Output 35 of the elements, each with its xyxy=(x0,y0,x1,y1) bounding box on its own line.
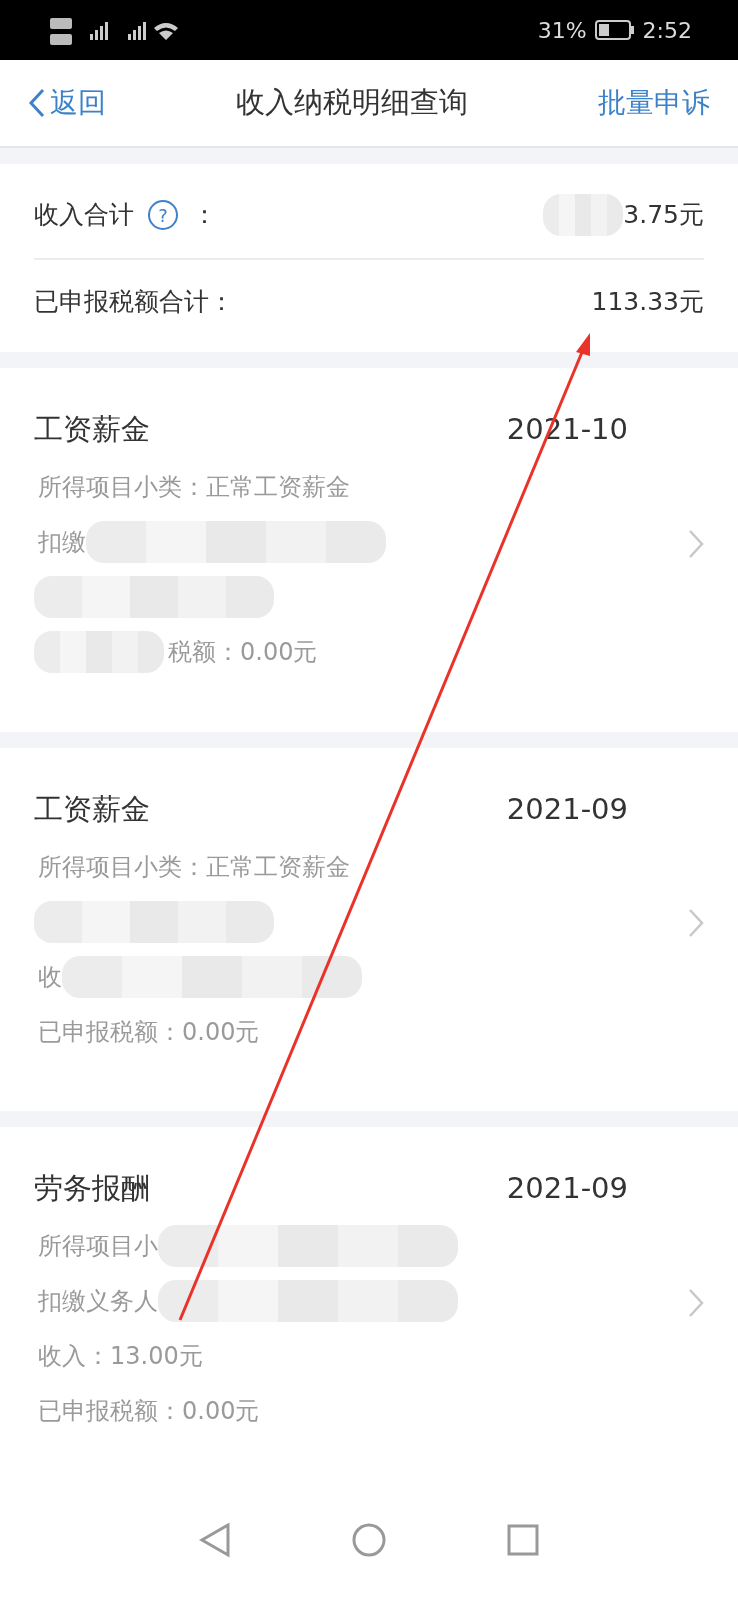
record-detail: 收 xyxy=(38,961,62,993)
colon-text: ： xyxy=(192,199,217,232)
record-card[interactable]: 工资薪金 2021-09 所得项目小类：正常工资薪金 收 已申报税额：0.00元 xyxy=(0,747,738,1111)
clock-time: 2:52 xyxy=(642,16,692,45)
record-detail: 扣缴 xyxy=(38,527,86,558)
battery-icon xyxy=(594,19,635,41)
record-type: 工资薪金 xyxy=(34,790,150,828)
chevron-right-icon xyxy=(688,908,704,939)
record-period: 2021-09 xyxy=(506,1170,628,1207)
battery-percent: 31% xyxy=(537,16,587,45)
record-type: 劳务报酬 xyxy=(34,1170,150,1207)
record-detail: 扣缴义务人 xyxy=(38,1286,158,1317)
back-chevron-icon xyxy=(28,88,46,118)
summary-label: 收入合计 xyxy=(34,199,134,232)
back-triangle-icon[interactable] xyxy=(199,1522,231,1558)
summary-value: 113.33元 xyxy=(591,286,704,319)
record-detail: 已申报税额：0.00元 xyxy=(38,1396,260,1427)
batch-appeal-button[interactable]: 批量申诉 xyxy=(598,82,710,124)
recent-apps-icon[interactable] xyxy=(507,1524,539,1556)
home-circle-icon[interactable] xyxy=(351,1522,387,1558)
record-detail: 所得项目小类：正常工资薪金 xyxy=(38,472,350,503)
back-button[interactable]: 返回 xyxy=(28,82,106,124)
summary-label: 已申报税额合计： xyxy=(34,286,234,319)
chevron-right-icon xyxy=(688,528,704,559)
record-period: 2021-09 xyxy=(506,790,628,828)
record-detail: 所得项目小 xyxy=(38,1231,158,1262)
record-detail: 已申报税额：0.00元 xyxy=(38,1016,260,1048)
record-detail: 税额：0.00元 xyxy=(168,637,318,668)
page-title: 收入纳税明细查询 xyxy=(236,84,468,122)
record-detail: 所得项目小类：正常工资薪金 xyxy=(38,851,350,883)
record-detail: 收入：13.00元 xyxy=(38,1341,203,1372)
summary-value: 3.75元 xyxy=(623,199,704,232)
help-icon[interactable]: ? xyxy=(148,200,178,230)
record-type: 工资薪金 xyxy=(34,411,150,448)
chevron-right-icon xyxy=(688,1287,704,1318)
